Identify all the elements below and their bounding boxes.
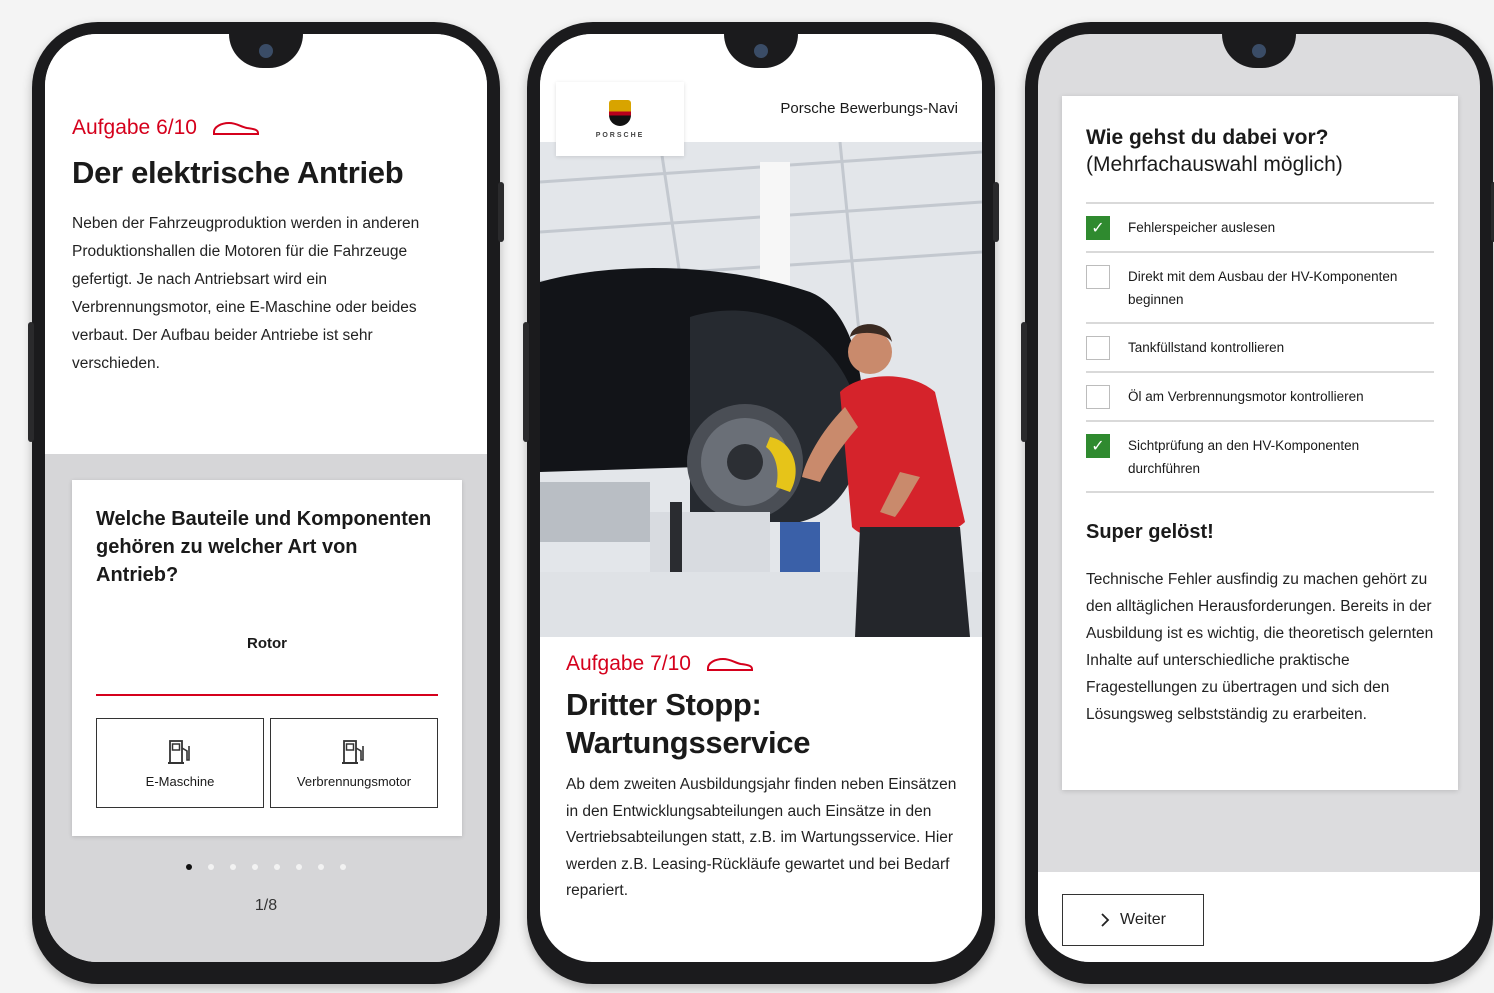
option-label: Verbrennungsmotor <box>296 773 412 789</box>
workshop-photo <box>540 142 982 637</box>
porsche-logo[interactable]: PORSCHE <box>556 82 684 156</box>
mechanic-illustration <box>540 142 982 637</box>
carousel-dot[interactable] <box>208 864 214 870</box>
carousel-dot-active[interactable] <box>186 864 192 870</box>
checkbox-label: Tankfüllstand kontrollieren <box>1128 340 1285 355</box>
quiz-card: Welche Bauteile und Komponenten gehören … <box>72 480 462 836</box>
car-icon <box>212 121 259 135</box>
carousel-dots <box>45 864 487 870</box>
checkbox-item[interactable]: Tankfüllstand kontrollieren <box>1086 324 1434 373</box>
question-title: Wie gehst du dabei vor? (Mehrfachauswahl… <box>1086 124 1434 178</box>
checkbox-list: ✓ Fehlerspeicher auslesen Direkt mit dem… <box>1086 202 1434 493</box>
checkbox-label: Öl am Verbrennungsmotor kontrollieren <box>1128 389 1364 404</box>
checkbox-item[interactable]: ✓ Fehlerspeicher auslesen <box>1086 204 1434 253</box>
checkbox-unchecked[interactable] <box>1086 336 1110 360</box>
page-title: Dritter Stopp: Wartungsservice <box>566 687 811 760</box>
page-counter: 1/8 <box>254 897 278 914</box>
task-content: Aufgabe 7/10 Dritter Stopp: Wartungsserv… <box>566 652 960 905</box>
fuel-pump-icon <box>168 739 190 764</box>
carousel-dot[interactable] <box>274 864 280 870</box>
checkbox-label: Sichtprüfung an den HV-Komponenten durch… <box>1128 438 1360 476</box>
checkbox-checked[interactable]: ✓ <box>1086 434 1110 458</box>
quiz-question: Welche Bauteile und Komponenten gehören … <box>96 508 432 586</box>
intro-text: Neben der Fahrzeugproduktion werden in a… <box>72 215 420 372</box>
phone-screen: PORSCHE Porsche Bewerbungs-Navi Aufgabe … <box>540 34 982 962</box>
phone-mockup-task-6: Aufgabe 6/10 Der elektrische Antrieb Neb… <box>28 22 504 984</box>
car-icon <box>706 657 753 671</box>
phone-screen: Aufgabe 6/10 Der elektrische Antrieb Neb… <box>45 34 487 962</box>
task-label: Aufgabe 7/10 <box>566 652 960 676</box>
phone-side-button <box>993 182 999 242</box>
camera-notch <box>1222 34 1296 68</box>
task-number: Aufgabe 6/10 <box>72 116 197 139</box>
phone-mockup-task-7: PORSCHE Porsche Bewerbungs-Navi Aufgabe … <box>523 22 999 984</box>
option-label: E-Maschine <box>145 773 215 789</box>
drag-item[interactable]: Rotor <box>96 635 438 652</box>
quiz-panel: Welche Bauteile und Komponenten gehören … <box>45 454 487 962</box>
task-intro: Aufgabe 6/10 Der elektrische Antrieb Neb… <box>45 34 487 454</box>
carousel-dot[interactable] <box>230 864 236 870</box>
phone-mockup-result: Wie gehst du dabei vor? (Mehrfachauswahl… <box>1021 22 1494 984</box>
porsche-crest-icon <box>609 99 631 126</box>
question-hint: (Mehrfachauswahl möglich) <box>1086 153 1343 176</box>
phone-side-button <box>28 322 34 442</box>
checkbox-checked[interactable]: ✓ <box>1086 216 1110 240</box>
option-verbrennungsmotor[interactable]: Verbrennungsmotor <box>270 718 438 808</box>
checkbox-unchecked[interactable] <box>1086 385 1110 409</box>
drag-target-line <box>96 694 438 696</box>
checkbox-unchecked[interactable] <box>1086 265 1110 289</box>
phone-side-button <box>1021 322 1027 442</box>
option-e-maschine[interactable]: E-Maschine <box>96 718 264 808</box>
checkbox-label: Direkt mit dem Ausbau der HV-Komponenten… <box>1128 269 1398 307</box>
carousel-dot[interactable] <box>318 864 324 870</box>
app-title: Porsche Bewerbungs-Navi <box>780 100 958 117</box>
task-label: Aufgabe 6/10 <box>72 116 461 140</box>
brand-wordmark: PORSCHE <box>595 131 645 139</box>
next-button[interactable]: Weiter <box>1062 894 1204 946</box>
page-title: Der elektrische Antrieb <box>72 155 404 190</box>
footer-bar: Weiter <box>1038 872 1480 962</box>
chevron-right-icon <box>1101 913 1110 927</box>
carousel-dot[interactable] <box>340 864 346 870</box>
checkbox-label: Fehlerspeicher auslesen <box>1128 220 1276 235</box>
task-number: Aufgabe 7/10 <box>566 652 691 675</box>
question-text: Wie gehst du dabei vor? <box>1086 126 1329 149</box>
checkbox-item[interactable]: ✓ Sichtprüfung an den HV-Komponenten dur… <box>1086 422 1434 493</box>
carousel-dot[interactable] <box>252 864 258 870</box>
result-text: Technische Fehler ausfindig zu machen ge… <box>1086 571 1434 723</box>
checkbox-item[interactable]: Öl am Verbrennungsmotor kontrollieren <box>1086 373 1434 422</box>
result-title: Super gelöst! <box>1086 521 1214 543</box>
phone-side-button <box>523 322 529 442</box>
next-button-label: Weiter <box>1120 911 1166 928</box>
fuel-pump-icon <box>342 739 364 764</box>
phone-screen: Wie gehst du dabei vor? (Mehrfachauswahl… <box>1038 34 1480 962</box>
checkbox-item[interactable]: Direkt mit dem Ausbau der HV-Komponenten… <box>1086 253 1434 324</box>
task-text: Ab dem zweiten Ausbildungsjahr finden ne… <box>566 776 957 899</box>
phone-side-button <box>498 182 504 242</box>
carousel-dot[interactable] <box>296 864 302 870</box>
quiz-result-card: Wie gehst du dabei vor? (Mehrfachauswahl… <box>1062 96 1458 790</box>
answer-options: E-Maschine Verbrennungsmotor <box>96 718 438 808</box>
